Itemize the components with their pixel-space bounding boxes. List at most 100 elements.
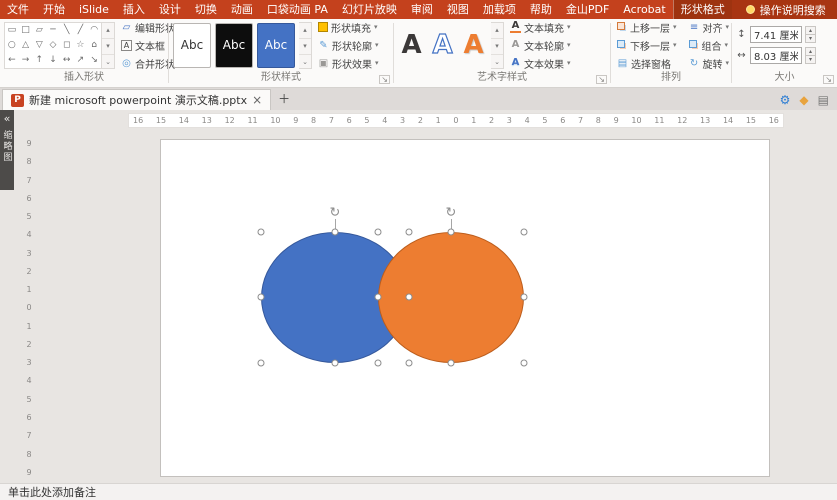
menu-tab-review[interactable]: 审阅 — [404, 0, 440, 19]
document-tab[interactable]: P 新建 microsoft powerpoint 演示文稿.pptx × — [2, 89, 271, 110]
menu-tab-islide[interactable]: iSlide — [72, 0, 116, 19]
shape-gallery-scrollbar[interactable]: ▴ ▾ ⌄ — [102, 22, 115, 69]
selection-handle[interactable] — [521, 294, 528, 301]
shape-icon[interactable]: ← — [5, 53, 19, 68]
menu-tab-home[interactable]: 开始 — [36, 0, 72, 19]
selection-handle[interactable] — [521, 229, 528, 236]
diamond-icon[interactable]: ◆ — [799, 93, 808, 107]
dialog-launcher-icon[interactable]: ↘ — [379, 75, 390, 84]
wordart-preset-1[interactable]: A — [398, 23, 425, 68]
shape-icon[interactable]: ⌂ — [87, 38, 101, 53]
width-spinner[interactable]: ▴ ▾ — [805, 47, 816, 64]
shape-icon[interactable]: ▭ — [5, 23, 19, 38]
menu-tab-view[interactable]: 视图 — [440, 0, 476, 19]
selection-pane-button[interactable]: ▤ 选择窗格 — [615, 56, 679, 71]
menu-tab-insert[interactable]: 插入 — [116, 0, 152, 19]
collapse-pane-icon[interactable]: « — [4, 112, 11, 125]
shape-icon[interactable]: ▽ — [32, 38, 46, 53]
menu-tab-animations[interactable]: 动画 — [224, 0, 260, 19]
menu-tab-design[interactable]: 设计 — [152, 0, 188, 19]
shape-style-preset-3[interactable]: Abc — [257, 23, 295, 68]
selection-handle[interactable] — [521, 360, 528, 367]
slide-canvas[interactable]: ↻ ↻ — [160, 139, 770, 477]
wordart-gallery-scrollbar[interactable]: ▴ ▾ ⌄ — [491, 22, 504, 69]
shape-outline-button[interactable]: ✎ 形状轮廓 ▾ — [316, 38, 381, 53]
shape-style-gallery-scrollbar[interactable]: ▴ ▾ ⌄ — [299, 22, 312, 69]
selection-handle[interactable] — [406, 360, 413, 367]
group-button[interactable]: 组合 ▾ — [687, 38, 732, 53]
selection-handle[interactable] — [258, 229, 265, 236]
shape-icon[interactable]: ○ — [5, 38, 19, 53]
group-label-insert-shapes: 插入形状 — [0, 71, 168, 87]
menu-tab-file[interactable]: 文件 — [0, 0, 36, 19]
selection-handle[interactable] — [332, 229, 339, 236]
shape-style-preset-1[interactable]: Abc — [173, 23, 211, 68]
panel-icon[interactable]: ▤ — [818, 93, 829, 107]
shape-icon[interactable]: ◻ — [60, 38, 74, 53]
rotate-handle-icon[interactable]: ↻ — [330, 207, 341, 220]
new-tab-button[interactable]: ＋ — [278, 90, 290, 107]
shape-style-preset-2[interactable]: Abc — [215, 23, 253, 68]
shape-height-input[interactable] — [750, 26, 802, 43]
shape-icon[interactable]: ◠ — [87, 23, 101, 38]
selection-handle[interactable] — [406, 294, 413, 301]
selection-handle[interactable] — [406, 229, 413, 236]
shape-icon[interactable]: ╲ — [60, 23, 74, 38]
menu-tab-help[interactable]: 帮助 — [523, 0, 559, 19]
shape-icon[interactable]: ↔ — [60, 53, 74, 68]
shape-icon[interactable]: ↗ — [74, 53, 88, 68]
menu-tab-transitions[interactable]: 切换 — [188, 0, 224, 19]
text-outline-button[interactable]: A 文本轮廓 ▾ — [508, 38, 573, 53]
shape-effects-button[interactable]: ▣ 形状效果 ▾ — [316, 56, 381, 71]
selection-handle[interactable] — [258, 294, 265, 301]
rotate-button[interactable]: ↻ 旋转 ▾ — [687, 56, 732, 71]
ribbon-group-insert-shapes: ▭□▱─╲╱◠○△▽◇◻☆⌂←→↑↓↔↗↘ ▴ ▾ ⌄ ▱ 编辑形状 ▾ A — [0, 19, 168, 87]
shape-icon[interactable]: ↓ — [46, 53, 60, 68]
text-effects-button[interactable]: A 文本效果 ▾ — [508, 56, 573, 71]
bring-forward-button[interactable]: 上移一层 ▾ — [615, 20, 679, 35]
menu-tab-acrobat[interactable]: Acrobat — [616, 0, 672, 19]
menu-tab-pocket-animation-pa[interactable]: 口袋动画 PA — [260, 0, 335, 19]
shape-icon[interactable]: ↘ — [87, 53, 101, 68]
text-fill-button[interactable]: A 文本填充 ▾ — [508, 20, 573, 35]
height-spinner[interactable]: ▴ ▾ — [805, 26, 816, 43]
menu-tab-add-ins[interactable]: 加载项 — [476, 0, 523, 19]
slide-workspace: « 缩略图 1615141312111098765432101234567891… — [0, 110, 837, 483]
align-button[interactable]: ≡ 对齐 ▾ — [687, 20, 732, 35]
send-backward-button[interactable]: 下移一层 ▾ — [615, 38, 679, 53]
wordart-preset-2[interactable]: A — [429, 23, 456, 68]
shape-fill-button[interactable]: 形状填充 ▾ — [316, 20, 381, 35]
selection-handle[interactable] — [375, 294, 382, 301]
selection-handle[interactable] — [448, 360, 455, 367]
notes-pane[interactable]: 单击此处添加备注 — [0, 483, 837, 500]
menu-tab-jinshan-pdf[interactable]: 金山PDF — [559, 0, 616, 19]
menu-tab-shape-format[interactable]: 形状格式 — [673, 0, 732, 19]
gear-icon[interactable]: ⚙ — [780, 93, 791, 107]
menu-tab-slide-show[interactable]: 幻灯片放映 — [335, 0, 404, 19]
ruler-number: 12 — [677, 116, 687, 125]
rotate-handle-icon[interactable]: ↻ — [446, 207, 457, 220]
selection-handle[interactable] — [258, 360, 265, 367]
wordart-preset-3[interactable]: A — [460, 23, 487, 68]
shape-icon[interactable]: ↑ — [32, 53, 46, 68]
shape-icon[interactable]: ╱ — [74, 23, 88, 38]
shape-icon[interactable]: □ — [19, 23, 33, 38]
thumbnail-pane-collapsed[interactable]: « 缩略图 — [0, 110, 14, 190]
shape-icon[interactable]: △ — [19, 38, 33, 53]
orange-circle-shape[interactable] — [378, 232, 524, 363]
shape-icon[interactable]: ▱ — [32, 23, 46, 38]
shape-icon[interactable]: ☆ — [74, 38, 88, 53]
shape-width-input[interactable] — [750, 47, 802, 64]
selection-handle[interactable] — [375, 229, 382, 236]
selection-handle[interactable] — [332, 360, 339, 367]
dialog-launcher-icon[interactable]: ↘ — [823, 75, 834, 84]
shape-icon[interactable]: ◇ — [46, 38, 60, 53]
dialog-launcher-icon[interactable]: ↘ — [596, 75, 607, 84]
shape-icon[interactable]: ─ — [46, 23, 60, 38]
tell-me-search[interactable]: 操作说明搜索 — [732, 0, 837, 19]
shape-icon[interactable]: → — [19, 53, 33, 68]
selection-handle[interactable] — [448, 229, 455, 236]
selection-handle[interactable] — [375, 360, 382, 367]
align-label: 对齐 — [703, 20, 723, 35]
close-tab-icon[interactable]: × — [252, 94, 262, 106]
